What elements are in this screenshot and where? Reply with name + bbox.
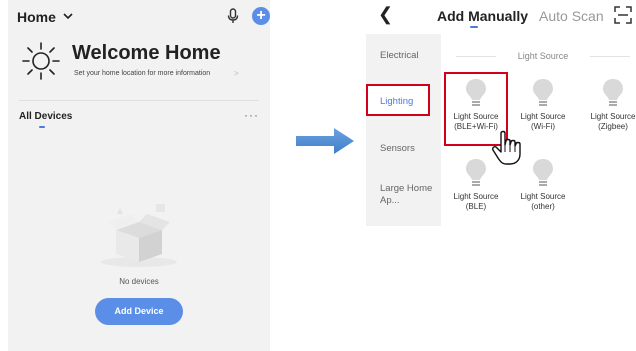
bulb-icon <box>533 79 553 106</box>
divider <box>590 56 630 57</box>
scan-icon[interactable] <box>614 6 632 24</box>
device-label-line1: Light Source <box>520 192 566 201</box>
tab-all-devices[interactable]: All Devices <box>19 111 72 122</box>
add-device-button[interactable]: Add Device <box>95 298 183 325</box>
home-title[interactable]: Home <box>17 9 56 25</box>
bulb-icon <box>533 159 553 186</box>
device-light-source-other[interactable]: Light Source (other) <box>510 158 576 212</box>
divider <box>456 56 496 57</box>
tab-underline <box>470 26 478 28</box>
category-sensors[interactable]: Sensors <box>380 143 415 155</box>
more-icon[interactable]: ··· <box>244 108 259 122</box>
divider <box>19 100 259 101</box>
back-icon[interactable]: ❮ <box>378 4 393 25</box>
tab-auto-scan[interactable]: Auto Scan <box>539 8 604 24</box>
chevron-down-icon[interactable] <box>63 12 73 20</box>
hand-pointer-icon <box>492 130 521 165</box>
empty-box-icon <box>101 204 177 267</box>
sun-icon <box>22 42 60 80</box>
home-screen: Home + Welcome Home Set your home locati… <box>8 0 270 351</box>
tab-add-manually[interactable]: Add Manually <box>437 8 528 24</box>
highlight-box <box>366 84 430 116</box>
chevron-right-icon[interactable]: > <box>234 69 239 78</box>
device-label-line2: (Zigbee) <box>598 122 628 131</box>
welcome-subtitle[interactable]: Set your home location for more informat… <box>74 70 210 77</box>
category-large-home-appliances[interactable]: Large Home Ap... <box>380 183 440 207</box>
device-light-source-zigbee[interactable]: Light Source (Zigbee) <box>580 78 636 132</box>
device-label-line1: Light Source <box>453 192 499 201</box>
device-label-line2: (BLE) <box>465 202 487 211</box>
device-label-line1: Light Source <box>520 112 566 121</box>
mic-icon[interactable] <box>226 8 240 24</box>
arrow-right-icon <box>296 128 354 154</box>
device-light-source-ble[interactable]: Light Source (BLE) <box>443 158 509 212</box>
device-light-source-wifi[interactable]: Light Source (Wi-Fi) <box>510 78 576 132</box>
section-title: Light Source <box>517 51 569 61</box>
plus-icon[interactable]: + <box>252 7 270 25</box>
empty-state-text: No devices <box>119 277 159 286</box>
device-label-line1: Light Source <box>590 112 636 121</box>
bulb-icon <box>603 79 623 106</box>
category-electrical[interactable]: Electrical <box>380 50 419 62</box>
bulb-icon <box>466 159 486 186</box>
tab-underline <box>39 126 45 128</box>
welcome-title: Welcome Home <box>72 42 221 64</box>
device-label-line2: (other) <box>531 202 555 211</box>
